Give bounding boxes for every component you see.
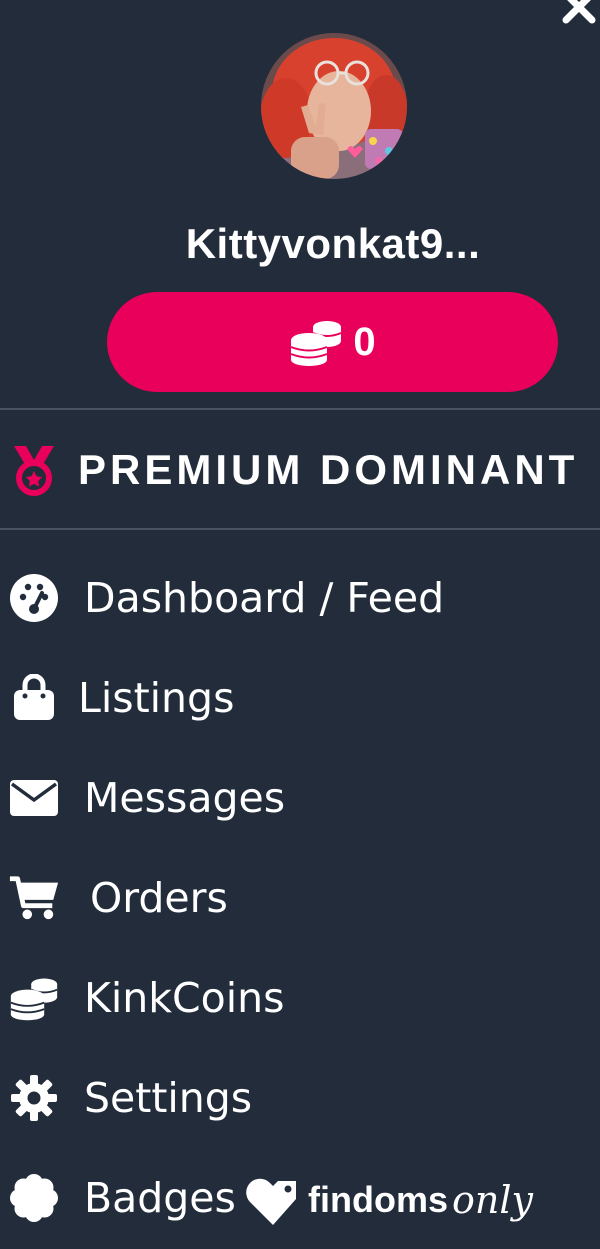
nav-item-listings[interactable]: Listings xyxy=(0,648,600,748)
medal-icon xyxy=(14,446,54,496)
nav-item-dashboard[interactable]: Dashboard / Feed xyxy=(0,548,600,648)
shopping-bag-icon xyxy=(8,672,60,724)
username: Kittyvonkat9... xyxy=(185,220,481,267)
avatar-photo xyxy=(261,33,407,179)
avatar[interactable] xyxy=(261,33,407,179)
badge-icon xyxy=(8,1172,60,1224)
heart-tag-logo-icon xyxy=(246,1178,296,1225)
brand-name-bold: findoms xyxy=(308,1179,448,1220)
divider-top xyxy=(0,408,600,410)
envelope-icon xyxy=(8,772,60,824)
nav-label-kinkcoins: KinkCoins xyxy=(84,974,285,1022)
nav-item-messages[interactable]: Messages xyxy=(0,748,600,848)
brand-logo: findoms only xyxy=(244,1160,533,1240)
kinkcoin-balance-button[interactable]: 0 xyxy=(107,292,558,392)
nav-label-orders: Orders xyxy=(90,874,228,922)
nav-label-listings: Listings xyxy=(78,674,235,722)
coins-icon xyxy=(8,972,60,1024)
shopping-cart-icon xyxy=(8,872,60,924)
nav-item-settings[interactable]: Settings xyxy=(0,1048,600,1148)
nav-label-settings: Settings xyxy=(84,1074,253,1122)
plan-label: PREMIUM DOMINANT xyxy=(78,446,579,493)
divider-bottom xyxy=(0,528,600,530)
brand-name-script: only xyxy=(452,1178,533,1222)
nav-item-orders[interactable]: Orders xyxy=(0,848,600,948)
nav-label-messages: Messages xyxy=(84,774,286,822)
nav-label-dashboard: Dashboard / Feed xyxy=(84,574,445,622)
dashboard-gauge-icon xyxy=(8,572,60,624)
nav-label-badges: Badges xyxy=(84,1174,236,1222)
kinkcoin-count: 0 xyxy=(353,319,376,364)
coins-icon xyxy=(291,321,342,366)
nav-item-kinkcoins[interactable]: KinkCoins xyxy=(0,948,600,1048)
gear-icon xyxy=(8,1072,60,1124)
membership-plan: PREMIUM DOMINANT xyxy=(0,430,600,510)
side-drawer: Kittyvonkat9... 0 PREMIUM DOMINANT Dashb… xyxy=(0,0,600,1249)
close-icon xyxy=(562,0,596,24)
close-button[interactable] xyxy=(558,0,600,28)
